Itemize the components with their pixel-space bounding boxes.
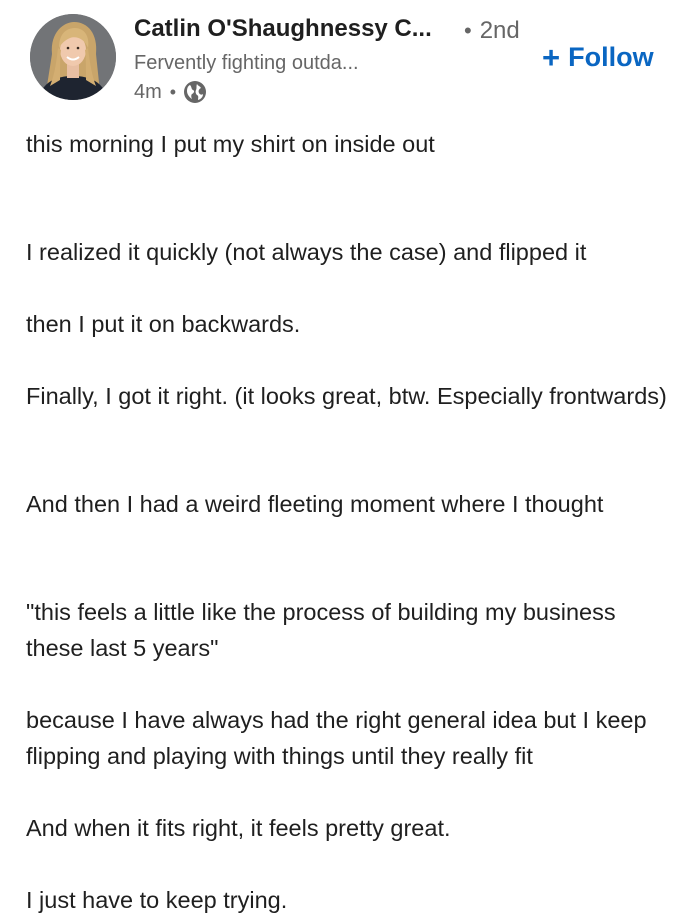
post-meta: 4m • — [134, 80, 207, 104]
post-paragraph: because I have always had the right gene… — [26, 707, 647, 769]
post-paragraph: And then I had a weird fleeting moment w… — [26, 491, 604, 517]
post-paragraph: "this feels a little like the process of… — [26, 599, 616, 661]
post-time: 4m — [134, 80, 162, 103]
author-headline: Fervently fighting outda... — [134, 52, 359, 74]
post-paragraph: I just have to keep trying. — [26, 887, 288, 913]
globe-icon — [183, 80, 207, 104]
separator-dot: • — [464, 18, 472, 43]
post-paragraph: then I put it on backwards. — [26, 311, 301, 337]
post-paragraph: I realized it quickly (not always the ca… — [26, 239, 587, 265]
author-name[interactable]: Catlin O'Shaughnessy C... — [134, 15, 432, 43]
plus-icon: + — [542, 40, 561, 75]
post-paragraph: this morning I put my shirt on inside ou… — [26, 131, 435, 157]
follow-button[interactable]: + Follow — [542, 42, 654, 73]
separator-dot: • — [169, 81, 177, 102]
avatar-photo-icon — [30, 14, 116, 100]
post-paragraph: And when it fits right, it feels pretty … — [26, 815, 451, 841]
post-paragraph: Finally, I got it right. (it looks great… — [26, 383, 667, 409]
degree-label: 2nd — [479, 17, 520, 44]
author-avatar[interactable] — [30, 14, 116, 100]
follow-label: Follow — [568, 42, 654, 72]
post-header: Catlin O'Shaughnessy C... • 2nd Fervently… — [0, 0, 684, 110]
connection-degree: • 2nd — [464, 17, 520, 45]
